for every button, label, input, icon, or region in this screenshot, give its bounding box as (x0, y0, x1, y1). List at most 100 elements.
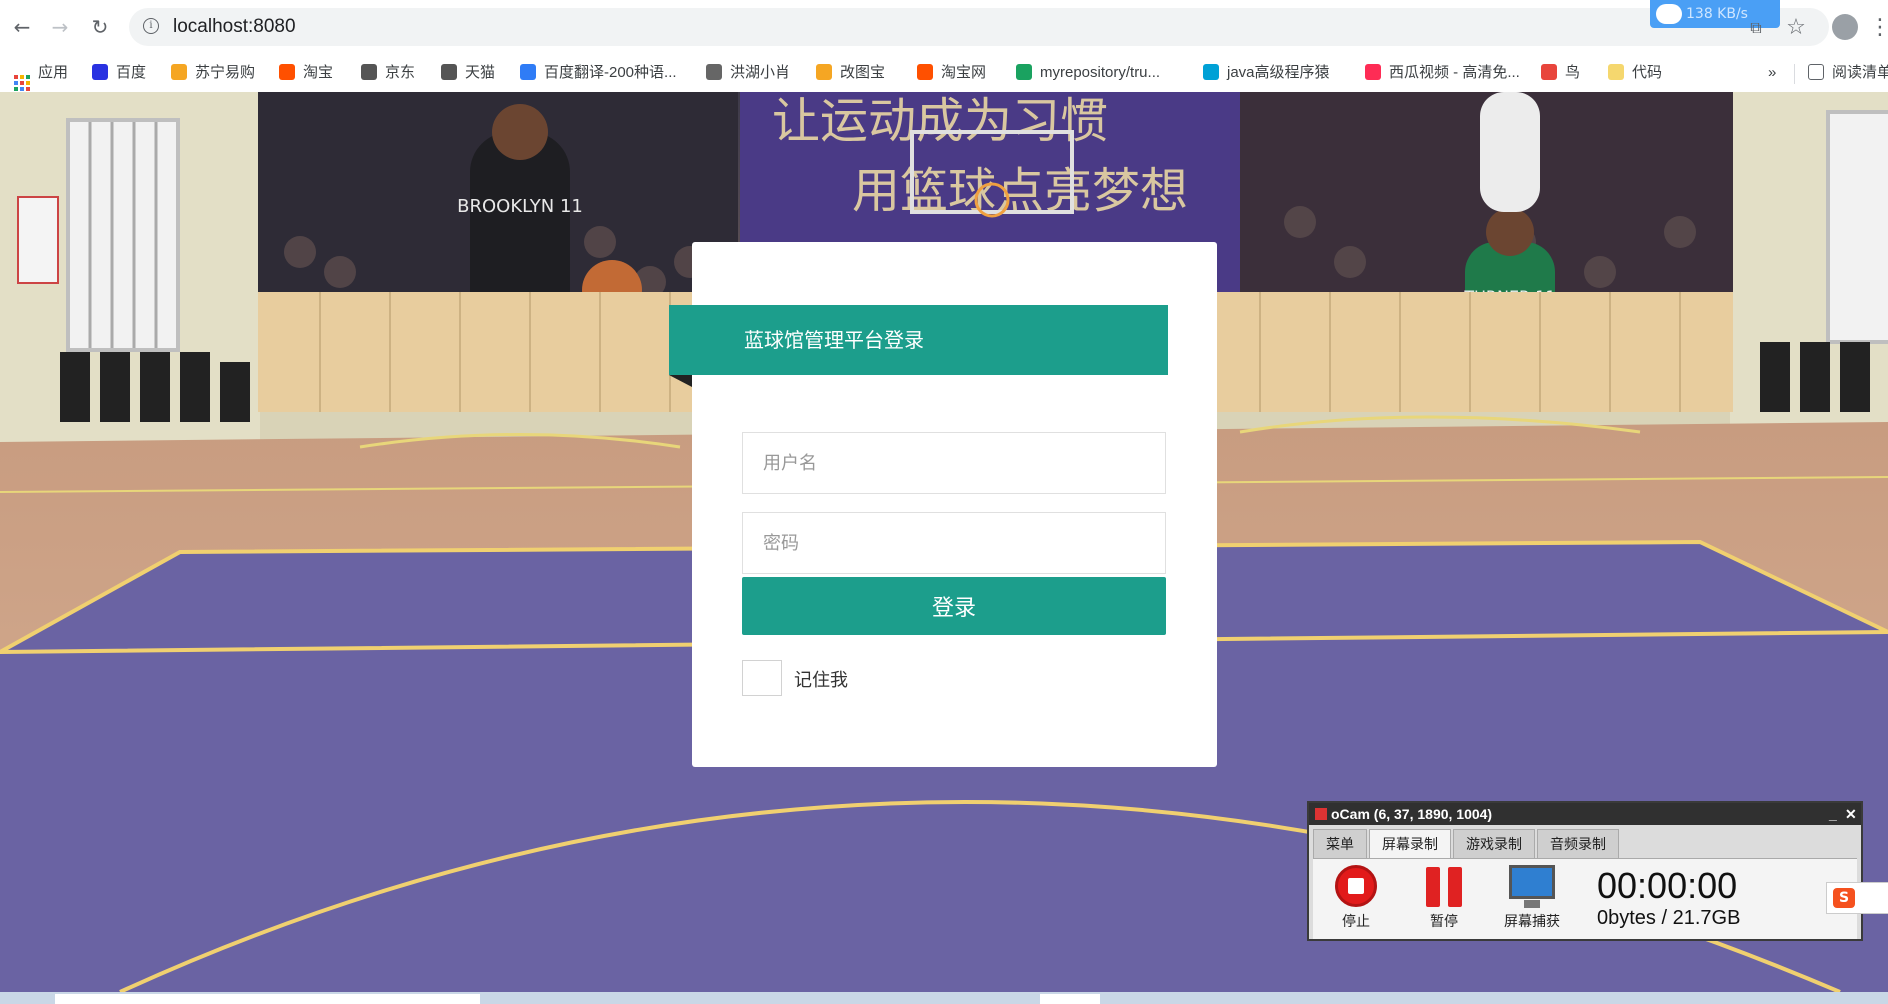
bookmark-favicon-icon (917, 64, 933, 80)
recording-size: 0bytes / 21.7GB (1597, 907, 1741, 929)
bookmark-favicon-icon (171, 64, 187, 80)
bookmark-label: 天猫 (465, 64, 496, 81)
remember-me-label: 记住我 (794, 670, 848, 691)
bookmark-item[interactable]: 鸟 (1541, 62, 1580, 84)
bookmark-item[interactable]: 百度 (92, 62, 146, 84)
bookmark-item[interactable]: myrepository/tru... (1016, 62, 1160, 84)
bookmark-label: 应用 (38, 64, 69, 81)
reading-list-button[interactable]: 阅读清单 (1808, 62, 1888, 84)
sogou-ime-icon: S (1833, 888, 1855, 908)
bookmark-label: 京东 (385, 64, 416, 81)
bookmark-item[interactable]: 改图宝 (816, 62, 885, 84)
bookmark-favicon-icon (92, 64, 108, 80)
bookmark-item[interactable]: 淘宝 (279, 62, 333, 84)
address-bar[interactable]: i localhost:8080 (129, 8, 1829, 46)
ocam-tab[interactable]: 游戏录制 (1453, 829, 1535, 859)
ocam-tab[interactable]: 菜单 (1313, 829, 1367, 859)
menu-dots-icon[interactable]: ⋮ (1866, 14, 1888, 42)
bookmark-item[interactable]: 洪湖小肖 (706, 62, 790, 84)
reading-list-label: 阅读清单 (1832, 64, 1888, 81)
bookmark-favicon-icon (520, 64, 536, 80)
ribbon-fold (669, 375, 692, 387)
bookmark-label: 鸟 (1565, 64, 1581, 81)
mural-jersey-left: BROOKLYN 11 (457, 196, 583, 217)
recording-time: 00:00:00 (1597, 865, 1738, 906)
bookmark-favicon-icon (279, 64, 295, 80)
ocam-tab-bar: 菜单 屏幕录制 游戏录制 音频录制 (1313, 829, 1621, 859)
bookmark-favicon-icon (706, 64, 722, 80)
bookmark-item[interactable]: 百度翻译-200种语... (520, 62, 677, 84)
os-taskbar (0, 992, 1888, 1004)
apps-grid-icon (14, 75, 30, 91)
stop-icon (1335, 865, 1377, 907)
bookmarks-bar: 应用 百度 苏宁易购 淘宝 京东 天猫 百度翻译-200种语... 洪湖小肖 改图宝 淘宝网 myr… (0, 54, 1888, 93)
bookmark-favicon-icon (1608, 64, 1624, 80)
bookmark-label: 苏宁易购 (195, 64, 256, 81)
bookmark-item[interactable]: 京东 (361, 62, 415, 84)
stop-label: 停止 (1342, 914, 1370, 930)
bookmark-item[interactable]: 淘宝网 (917, 62, 986, 84)
ocam-tab[interactable]: 音频录制 (1537, 829, 1619, 859)
bookmark-item[interactable]: 天猫 (441, 62, 495, 84)
star-icon[interactable]: ☆ (1782, 14, 1810, 42)
install-icon[interactable]: ⧉ (1742, 14, 1770, 42)
username-input[interactable] (742, 432, 1166, 494)
bookmarks-overflow-icon[interactable]: » (1768, 62, 1776, 84)
bookmark-label: 淘宝 (303, 64, 334, 81)
bookmark-item[interactable]: 应用 (14, 62, 69, 91)
taskbar-app[interactable] (55, 994, 480, 1004)
stop-button[interactable]: 停止 (1321, 865, 1391, 931)
forward-icon[interactable]: → (46, 13, 74, 41)
reload-icon[interactable]: ↻ (86, 13, 114, 41)
remember-me-checkbox[interactable] (742, 660, 782, 696)
bookmark-label: 改图宝 (840, 64, 886, 81)
bookmarks-divider (1794, 64, 1795, 84)
bookmark-item[interactable]: 苏宁易购 (171, 62, 255, 84)
login-card: 蓝球馆管理平台登录 登录 记住我 (669, 242, 1217, 767)
bookmark-label: 淘宝网 (941, 64, 987, 81)
bookmark-item[interactable]: java高级程序猿 (1203, 62, 1330, 84)
back-icon[interactable]: ← (8, 13, 36, 41)
ime-toolbar[interactable]: S (1826, 882, 1888, 914)
bookmark-favicon-icon (1365, 64, 1381, 80)
login-title: 蓝球馆管理平台登录 (669, 305, 1168, 375)
ocam-window[interactable]: oCam (6, 37, 1890, 1004) _ ✕ 菜单 屏幕录制 游戏录制音… (1307, 801, 1863, 941)
bookmark-label: java高级程序猿 (1227, 64, 1330, 81)
bookmark-label: 百度 (116, 64, 147, 81)
bookmark-label: myrepository/tru... (1040, 64, 1161, 81)
download-speed-text: 138 KB/s (1686, 6, 1748, 22)
cloud-icon (1656, 4, 1682, 24)
pause-label: 暂停 (1430, 914, 1458, 930)
screen-capture-button[interactable]: 屏幕捕获 (1497, 865, 1567, 931)
taskbar-app[interactable] (1040, 994, 1100, 1004)
bookmark-label: 百度翻译-200种语... (544, 64, 677, 81)
site-info-icon[interactable]: i (143, 18, 159, 34)
url-text[interactable]: localhost:8080 (173, 16, 296, 38)
mural-slogan-line1: 让运动成为习惯 (772, 93, 1108, 149)
pause-icon (1423, 865, 1465, 907)
bookmark-favicon-icon (1203, 64, 1219, 80)
bookmark-item[interactable]: 代码 (1608, 62, 1662, 84)
ocam-title-text: oCam (6, 37, 1890, 1004) (1331, 806, 1493, 822)
bookmark-favicon-icon (816, 64, 832, 80)
ocam-titlebar[interactable]: oCam (6, 37, 1890, 1004) _ ✕ (1309, 803, 1861, 825)
bookmark-favicon-icon (1016, 64, 1032, 80)
bookmark-favicon-icon (1541, 64, 1557, 80)
reading-list-icon (1808, 64, 1824, 80)
bookmark-favicon-icon (361, 64, 377, 80)
profile-avatar[interactable] (1832, 14, 1858, 40)
pause-button[interactable]: 暂停 (1409, 865, 1479, 931)
ocam-tab[interactable]: 屏幕录制 (1369, 829, 1451, 859)
bookmark-favicon-icon (441, 64, 457, 80)
bookmark-label: 洪湖小肖 (730, 64, 791, 81)
bookmark-item[interactable]: 西瓜视频 - 高清免... (1365, 62, 1520, 84)
bookmark-label: 西瓜视频 - 高清免... (1389, 64, 1520, 81)
screen-capture-label: 屏幕捕获 (1504, 914, 1560, 930)
ocam-controls: 停止 暂停 屏幕捕获 00:00:00 0bytes / 21.7GB (1313, 858, 1857, 939)
login-button[interactable]: 登录 (742, 577, 1166, 635)
password-input[interactable] (742, 512, 1166, 574)
ocam-logo-icon (1315, 808, 1327, 820)
minimize-icon[interactable]: _ (1829, 803, 1837, 825)
bookmark-label: 代码 (1632, 64, 1663, 81)
close-icon[interactable]: ✕ (1845, 803, 1857, 825)
